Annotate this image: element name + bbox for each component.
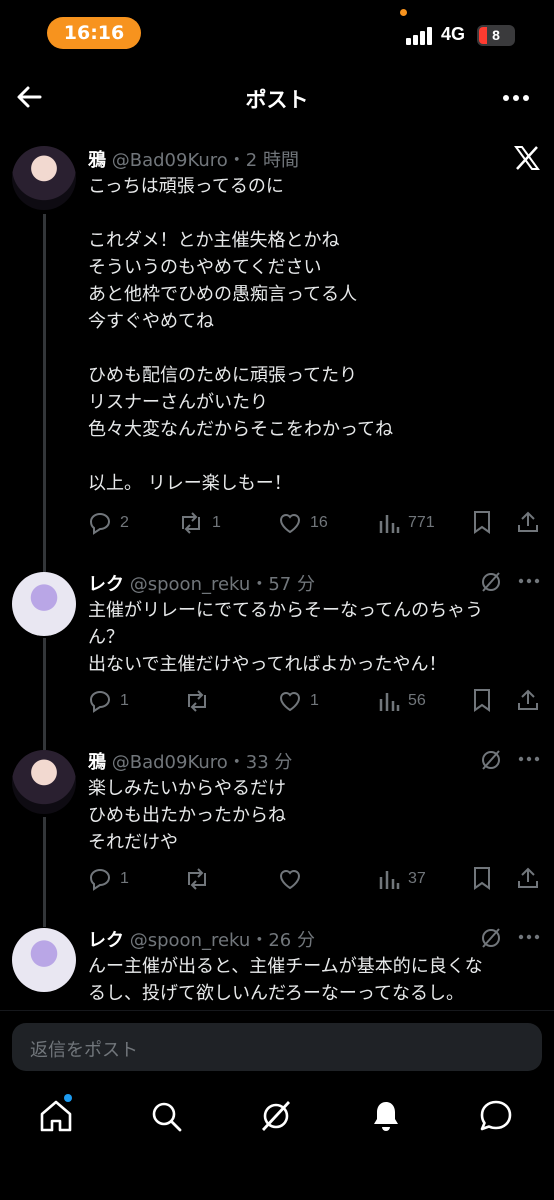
header: ポスト xyxy=(0,70,554,126)
reply-button[interactable]: 1 xyxy=(88,688,129,714)
post-time: ・26 分 xyxy=(250,930,315,951)
views-icon xyxy=(379,871,400,889)
more-horizontal-icon[interactable] xyxy=(502,94,530,102)
more-horizontal-icon[interactable] xyxy=(518,756,540,762)
notification-dot xyxy=(64,1094,72,1102)
repost-button[interactable] xyxy=(184,688,210,714)
post-time: ・2 時間 xyxy=(227,150,299,171)
display-name[interactable]: 鴉 xyxy=(88,150,106,171)
x-logo-icon xyxy=(514,146,540,170)
avatar[interactable] xyxy=(12,572,76,636)
repost-count: 1 xyxy=(212,514,221,531)
post-actions: 2 1 16 771 xyxy=(88,510,546,536)
display-name[interactable]: 鴉 xyxy=(88,752,106,773)
reply-count: 2 xyxy=(120,514,129,531)
post-3[interactable]: 鴉 @Bad09Kuro・33 分 楽しみたいからやるだけ ひめも出たかったから… xyxy=(0,748,554,898)
bookmark-icon[interactable] xyxy=(472,688,492,712)
like-count: 1 xyxy=(310,692,319,709)
post-2[interactable]: レク @spoon_reku・57 分 主催がリレーにでてるからそーなってんのち… xyxy=(0,570,554,720)
display-name[interactable]: レク xyxy=(88,574,124,595)
view-count: 37 xyxy=(408,870,426,887)
post-text: んー主催が出ると、主催チームが基本的に良くな るし、投げて欲しいんだろーなーって… xyxy=(88,956,483,1004)
like-button[interactable]: 16 xyxy=(278,510,328,536)
more-horizontal-icon[interactable] xyxy=(518,578,540,584)
reply-count: 1 xyxy=(120,692,129,709)
heart-icon xyxy=(279,692,301,712)
reply-placeholder: 返信をポスト xyxy=(30,1040,138,1061)
views-button[interactable]: 771 xyxy=(378,510,435,536)
status-time: 16:16 xyxy=(47,17,141,49)
views-button[interactable]: 56 xyxy=(378,688,426,714)
post-time: ・33 分 xyxy=(227,752,293,773)
home-icon[interactable] xyxy=(36,1096,76,1136)
post-time: ・57 分 xyxy=(250,574,315,595)
heart-icon xyxy=(279,514,301,534)
bottom-nav xyxy=(0,1080,554,1200)
network-type: 4G xyxy=(441,24,466,44)
share-icon[interactable] xyxy=(516,688,540,712)
reply-icon xyxy=(89,690,111,713)
post-text: 楽しみたいからやるだけ ひめも出たかったからね それだけや xyxy=(88,778,286,853)
views-button[interactable]: 37 xyxy=(378,866,426,892)
grok-icon[interactable] xyxy=(480,571,502,593)
view-count: 771 xyxy=(408,514,435,531)
user-handle[interactable]: @spoon_reku xyxy=(130,574,251,595)
repost-icon xyxy=(188,868,206,890)
repost-button[interactable] xyxy=(184,866,210,892)
signal-icon xyxy=(406,27,434,45)
avatar[interactable] xyxy=(12,928,76,992)
reply-icon xyxy=(89,512,111,535)
battery-icon: 8 xyxy=(477,25,515,46)
reply-button[interactable]: 1 xyxy=(88,866,129,892)
divider xyxy=(0,1010,554,1011)
repost-icon xyxy=(188,690,206,712)
views-icon xyxy=(379,693,400,711)
post-text: こっちは頑張ってるのに これダメ！とか主催失格とかね そういうのもやめてください… xyxy=(88,176,394,494)
battery-level: 8 xyxy=(492,27,500,43)
notifications-icon[interactable] xyxy=(366,1096,406,1136)
reply-button[interactable]: 2 xyxy=(88,510,129,536)
page-title: ポスト xyxy=(245,88,309,112)
post-header: 鴉 @Bad09Kuro・2 時間 xyxy=(88,146,299,172)
like-button[interactable]: 1 xyxy=(278,688,319,714)
repost-icon xyxy=(182,512,200,534)
reply-count: 1 xyxy=(120,870,129,887)
post-actions: 1 37 xyxy=(88,866,546,892)
post-1[interactable]: 鴉 @Bad09Kuro・2 時間 こっちは頑張ってるのに これダメ！とか主催失… xyxy=(0,146,554,546)
like-count: 16 xyxy=(310,514,328,531)
like-button[interactable] xyxy=(278,866,302,892)
repost-button[interactable]: 1 xyxy=(178,510,221,536)
avatar[interactable] xyxy=(12,750,76,814)
avatar[interactable] xyxy=(12,146,76,210)
search-icon[interactable] xyxy=(146,1096,186,1136)
more-horizontal-icon[interactable] xyxy=(518,934,540,940)
display-name[interactable]: レク xyxy=(88,930,124,951)
views-icon xyxy=(379,515,400,533)
status-bar: 16:16 4G 8 xyxy=(0,0,554,66)
heart-icon xyxy=(279,870,301,890)
bookmark-icon[interactable] xyxy=(472,510,492,534)
messages-icon[interactable] xyxy=(476,1096,516,1136)
reply-icon xyxy=(89,868,111,891)
grok-icon[interactable] xyxy=(480,927,502,949)
post-header: 鴉 @Bad09Kuro・33 分 xyxy=(88,748,292,774)
grok-icon[interactable] xyxy=(480,749,502,771)
grok-icon[interactable] xyxy=(256,1096,296,1136)
privacy-indicator-dot xyxy=(400,9,407,16)
user-handle[interactable]: @spoon_reku xyxy=(130,930,251,951)
share-icon[interactable] xyxy=(516,866,540,890)
post-header: レク @spoon_reku・26 分 xyxy=(88,926,315,952)
view-count: 56 xyxy=(408,692,426,709)
reply-input[interactable]: 返信をポスト xyxy=(12,1023,542,1071)
post-text: 主催がリレーにでてるからそーなってんのちゃう ん？ 出ないで主催だけやってればよ… xyxy=(88,600,484,675)
post-4[interactable]: レク @spoon_reku・26 分 んー主催が出ると、主催チームが基本的に良… xyxy=(0,926,554,1010)
post-header: レク @spoon_reku・57 分 xyxy=(88,570,315,596)
share-icon[interactable] xyxy=(516,510,540,534)
user-handle[interactable]: @Bad09Kuro xyxy=(112,752,228,773)
user-handle[interactable]: @Bad09Kuro xyxy=(112,150,228,171)
post-actions: 1 1 56 xyxy=(88,688,546,714)
bookmark-icon[interactable] xyxy=(472,866,492,890)
